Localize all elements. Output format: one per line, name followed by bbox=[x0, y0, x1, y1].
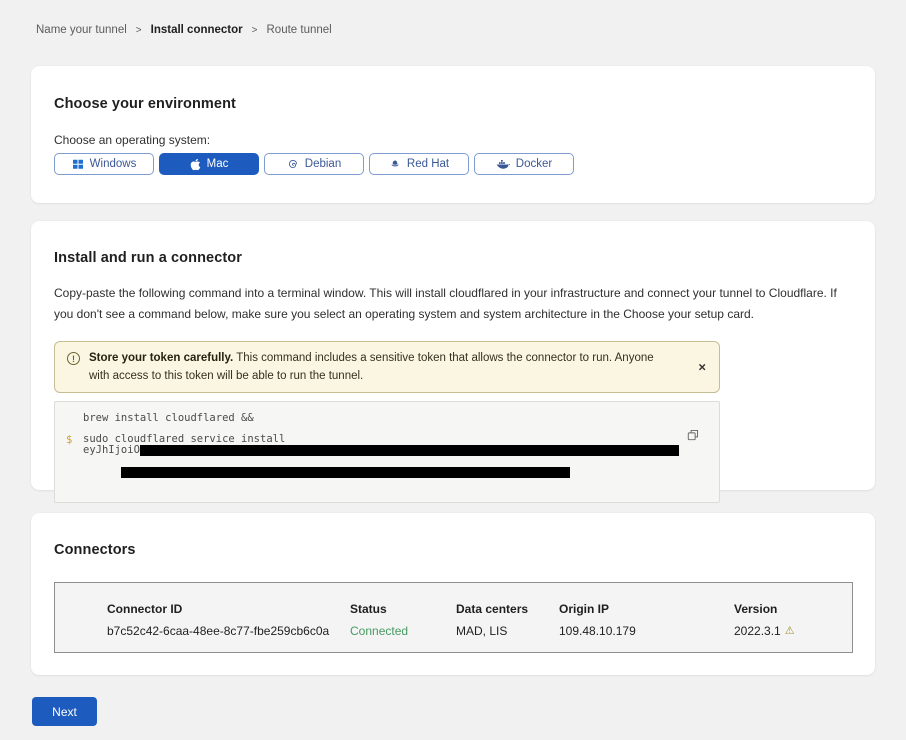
alert-title: Store your token carefully. bbox=[89, 352, 233, 364]
version-number: 2022.3.1 bbox=[734, 624, 781, 638]
col-data-centers: Data centers bbox=[456, 602, 559, 616]
token-warning-alert: ! Store your token carefully. This comma… bbox=[54, 341, 720, 393]
apple-icon bbox=[190, 158, 201, 171]
alert-text: Store your token carefully. This command… bbox=[89, 349, 707, 385]
code-line-brew: brew install cloudflared && bbox=[83, 413, 719, 424]
os-button-debian[interactable]: Debian bbox=[264, 153, 364, 175]
connectors-table: Connector ID Status Data centers Origin … bbox=[54, 582, 853, 653]
os-button-label: Mac bbox=[207, 158, 229, 170]
os-button-windows[interactable]: Windows bbox=[54, 153, 154, 175]
breadcrumb-separator: > bbox=[252, 25, 258, 36]
table-header-row: Connector ID Status Data centers Origin … bbox=[107, 602, 852, 616]
shell-prompt: $ bbox=[66, 434, 72, 446]
install-command-codeblock[interactable]: $ brew install cloudflared && sudo cloud… bbox=[54, 401, 720, 503]
breadcrumb: Name your tunnel > Install connector > R… bbox=[0, 0, 906, 36]
table-row: b7c52c42-6caa-48ee-8c77-fbe259cb6c0a Con… bbox=[107, 624, 852, 638]
os-button-mac[interactable]: Mac bbox=[159, 153, 259, 175]
warning-triangle-icon: ⚠ bbox=[785, 626, 795, 637]
os-select-label: Choose an operating system: bbox=[54, 133, 852, 147]
os-button-docker[interactable]: Docker bbox=[474, 153, 574, 175]
os-button-label: Debian bbox=[305, 158, 341, 170]
os-button-label: Red Hat bbox=[407, 158, 449, 170]
os-button-group: Windows Mac Debian Red Hat bbox=[54, 153, 852, 175]
docker-icon bbox=[496, 159, 510, 170]
choose-environment-card: Choose your environment Choose an operat… bbox=[31, 66, 875, 203]
connectors-card-title: Connectors bbox=[54, 542, 852, 558]
connector-description: Copy-paste the following command into a … bbox=[54, 283, 850, 325]
breadcrumb-name-your-tunnel[interactable]: Name your tunnel bbox=[36, 24, 127, 36]
col-status: Status bbox=[350, 602, 456, 616]
connector-id-value: b7c52c42-6caa-48ee-8c77-fbe259cb6c0a bbox=[107, 624, 350, 638]
os-button-redhat[interactable]: Red Hat bbox=[369, 153, 469, 175]
version-value: 2022.3.1 ⚠ bbox=[734, 624, 852, 638]
install-connector-card: Install and run a connector Copy-paste t… bbox=[31, 221, 875, 490]
token-redaction-bar bbox=[140, 445, 679, 456]
token-redaction-bar bbox=[121, 467, 570, 478]
copy-icon[interactable] bbox=[687, 429, 699, 444]
os-button-label: Windows bbox=[90, 158, 137, 170]
redhat-icon bbox=[389, 158, 401, 170]
connector-card-title: Install and run a connector bbox=[54, 250, 852, 266]
origin-ip-value: 109.48.10.179 bbox=[559, 624, 734, 638]
status-badge: Connected bbox=[350, 624, 456, 638]
info-icon: ! bbox=[67, 352, 80, 365]
breadcrumb-separator: > bbox=[136, 25, 142, 36]
environment-card-title: Choose your environment bbox=[54, 96, 852, 112]
col-version: Version bbox=[734, 602, 852, 616]
next-button[interactable]: Next bbox=[32, 697, 97, 726]
windows-icon bbox=[72, 158, 84, 170]
connectors-card: Connectors Connector ID Status Data cent… bbox=[31, 513, 875, 675]
breadcrumb-route-tunnel[interactable]: Route tunnel bbox=[267, 24, 332, 36]
data-centers-value: MAD, LIS bbox=[456, 624, 559, 638]
close-icon[interactable]: × bbox=[698, 361, 706, 374]
col-connector-id: Connector ID bbox=[107, 602, 350, 616]
col-origin-ip: Origin IP bbox=[559, 602, 734, 616]
code-line-token: eyJhIjoiO bbox=[83, 445, 719, 456]
code-line-service-install: sudo cloudflared service install bbox=[83, 434, 719, 445]
debian-icon bbox=[287, 158, 299, 170]
os-button-label: Docker bbox=[516, 158, 552, 170]
token-prefix: eyJhIjoiO bbox=[83, 445, 140, 456]
code-line-token-continued bbox=[83, 456, 719, 492]
breadcrumb-install-connector[interactable]: Install connector bbox=[151, 24, 243, 36]
